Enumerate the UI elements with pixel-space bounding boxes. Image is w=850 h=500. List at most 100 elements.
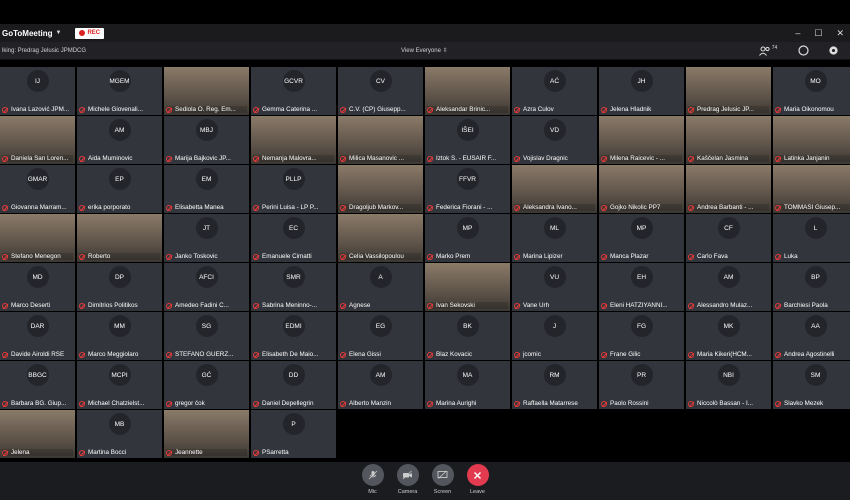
participant-tile[interactable]: MCPI Michael Chatzielst... [77,361,162,409]
participant-tile[interactable]: MA Marina Aurighi [425,361,510,409]
participant-tile[interactable]: MO Maria Oikonomou [773,67,850,115]
participant-name-text: Davide Airoldi RSE [11,351,65,358]
participant-tile[interactable]: Milena Raicevic - ... [599,116,684,164]
participant-tile[interactable]: GĆ gregor čok [164,361,249,409]
participant-tile[interactable]: Latinka Janjanin [773,116,850,164]
participant-tile[interactable]: GMAR Giovanna Marram... [0,165,75,213]
leave-button[interactable]: Leave [466,464,490,500]
mic-muted-icon [601,106,607,113]
participant-tile[interactable]: ML Marina Lipizer [512,214,597,262]
participant-tile[interactable]: Sediola O. Reg. Em... [164,67,249,115]
avatar: NBI [717,364,740,386]
participant-tile[interactable]: Predrag Jelusic JP... [686,67,771,115]
participant-tile[interactable]: JT Janko Toskovic [164,214,249,262]
participant-tile[interactable]: Aleksandar Brinic... [425,67,510,115]
mic-muted-icon [427,253,433,260]
participant-tile[interactable]: IŠEI Iztok Š. - EUSAIR F... [425,116,510,164]
participant-tile[interactable]: Ivan Sekovski [425,263,510,311]
participant-tile[interactable]: A Agnese [338,263,423,311]
participant-tile[interactable]: AM Alessandro Mulaz... [686,263,771,311]
participant-tile[interactable]: Roberto [77,214,162,262]
maximize-icon[interactable]: ☐ [814,28,822,39]
participant-tile[interactable]: EM Elisabetta Manea [164,165,249,213]
participant-tile[interactable]: IJ Ivana Lazović JPM... [0,67,75,115]
participant-tile[interactable]: Jeannette [164,410,249,458]
participant-tile[interactable]: L Luka [773,214,850,262]
participant-tile[interactable]: FFVR Federica Fiorani - ... [425,165,510,213]
participant-tile[interactable]: TOMMASI Giusep... [773,165,850,213]
participant-tile[interactable]: DD Daniel Depellegrin [251,361,336,409]
participant-tile[interactable]: RM Raffaella Matarrese [512,361,597,409]
participant-tile[interactable]: JH Jelena Hladnik [599,67,684,115]
participant-tile[interactable]: Jelena [0,410,75,458]
participant-tile[interactable]: CF Carlo Fava [686,214,771,262]
participant-tile[interactable]: BBGC Barbara BG. Giup... [0,361,75,409]
participant-tile[interactable]: MD Marco Deserti [0,263,75,311]
participant-tile[interactable]: AM Alberto Manzin [338,361,423,409]
participant-tile[interactable]: Gojko Nikolic PP7 [599,165,684,213]
participant-tile[interactable]: MGEM Michele Giovenali... [77,67,162,115]
participant-tile[interactable]: SM Slavko Mezek [773,361,850,409]
participant-tile[interactable]: MM Marco Meggiolaro [77,312,162,360]
chevron-down-icon[interactable]: ▼ [56,30,62,36]
participant-tile[interactable]: Nemanja Malovra... [251,116,336,164]
participant-tile[interactable]: MBJ Marija Bajkovic JP... [164,116,249,164]
participant-tile[interactable]: SMR Sabrina Meninno-... [251,263,336,311]
participant-tile[interactable]: AA Andrea Agostinelli [773,312,850,360]
participant-tile[interactable]: GCVR Gemma Caterina ... [251,67,336,115]
participant-tile[interactable]: EC Emanuele Cimatti [251,214,336,262]
participant-tile[interactable]: EP erika porporato [77,165,162,213]
participant-tile[interactable]: Daniela San Loren... [0,116,75,164]
close-icon[interactable]: ✕ [836,28,844,39]
participant-tile[interactable]: P PSarretta [251,410,336,458]
participant-name-text: Nemanja Malovra... [262,155,317,162]
participant-tile[interactable]: MB Martina Bocci [77,410,162,458]
participant-tile[interactable]: MP Marko Prem [425,214,510,262]
participant-name-text: Manca Plazar [610,253,649,260]
participant-tile[interactable]: VD Vojislav Dragnic [512,116,597,164]
participant-tile[interactable]: EDMI Elisabeth De Maio... [251,312,336,360]
participant-tile[interactable]: AĆ Azra Ćulov [512,67,597,115]
avatar: SMR [282,266,305,288]
participant-tile[interactable]: DP Dimitrios Politikos [77,263,162,311]
participant-tile[interactable]: PLLP Perini Luisa - LP P... [251,165,336,213]
attendees-button[interactable]: 74 [756,44,780,58]
participant-tile[interactable]: MP Manca Plazar [599,214,684,262]
participant-tile[interactable]: EH Eleni HATZIYANNI... [599,263,684,311]
participant-tile[interactable]: PR Paolo Rossini [599,361,684,409]
participant-tile[interactable]: BK Blaz Kovacic [425,312,510,360]
participant-tile[interactable]: Kaščelan Jasmina [686,116,771,164]
participant-tile[interactable]: SG STEFANO GUERZ... [164,312,249,360]
participant-tile[interactable]: CV C.V. (CP) Giusepp... [338,67,423,115]
avatar: PLLP [282,168,305,190]
participant-tile[interactable]: NBI Niccolò Bassan - I... [686,361,771,409]
participant-tile[interactable]: Dragoljub Markov... [338,165,423,213]
participant-tile[interactable]: Andrea Barbanti - ... [686,165,771,213]
settings-button[interactable] [826,44,840,58]
participant-tile[interactable]: Jjcomic [512,312,597,360]
participant-tile[interactable]: MK Maria Kikeri(HCM... [686,312,771,360]
chat-button[interactable] [796,44,810,58]
participant-name-text: Aleksandra Ivano... [523,204,577,211]
participant-tile[interactable]: AM Aida Muminovic [77,116,162,164]
camera-button[interactable]: Camera [396,464,420,500]
participant-tile[interactable]: AFCI Amedeo Fadini C... [164,263,249,311]
participant-tile[interactable]: FG Frane Gilic [599,312,684,360]
participant-tile[interactable]: Milica Masanovic ... [338,116,423,164]
view-selector[interactable]: View Everyone ⇳ [401,47,448,54]
mic-muted-icon [253,155,259,162]
participant-name-text: Daniela San Loren... [11,155,69,162]
mic-muted-icon [340,106,346,113]
participant-name: Barchiesi Paola [775,302,850,309]
participant-tile[interactable]: EG Elena Gissi [338,312,423,360]
participant-tile[interactable]: Stefano Menegon [0,214,75,262]
mic-button[interactable]: Mic [361,464,385,500]
participant-tile[interactable]: Aleksandra Ivano... [512,165,597,213]
app-name[interactable]: GoToMeeting [2,29,53,38]
participant-tile[interactable]: DAR Davide Airoldi RSE [0,312,75,360]
participant-tile[interactable]: Celia Vassilopoulou [338,214,423,262]
screen-button[interactable]: Screen [431,464,455,500]
minimize-icon[interactable]: – [795,28,800,39]
participant-tile[interactable]: BP Barchiesi Paola [773,263,850,311]
participant-tile[interactable]: VU Vane Urh [512,263,597,311]
